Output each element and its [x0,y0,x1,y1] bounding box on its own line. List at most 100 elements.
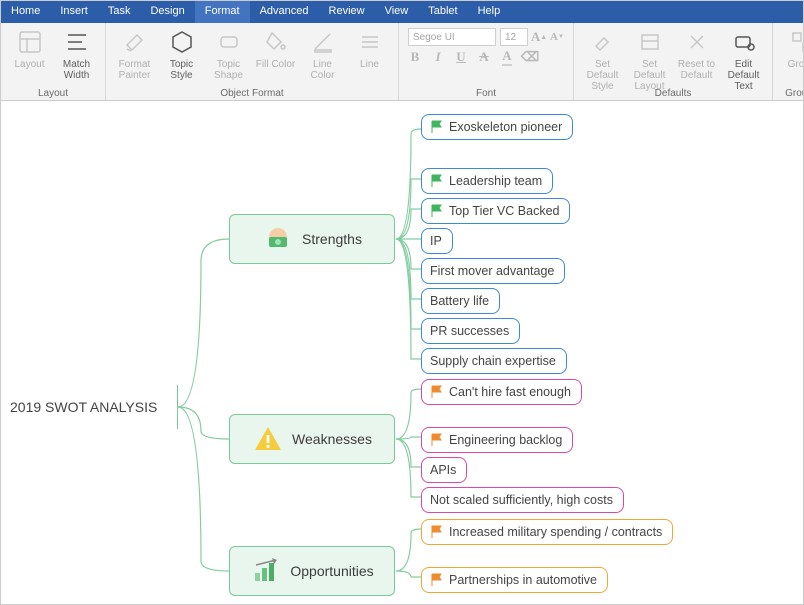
category-label: Strengths [302,231,362,247]
line-color-label: Line Color [300,59,345,81]
ribbon-group-label: Groups [773,88,804,99]
warning-icon [252,423,284,455]
clear-format-icon[interactable]: ⌫ [523,50,537,64]
font-size-combo[interactable]: 12 [500,28,528,46]
close-x-icon [684,29,710,55]
line-label: Line [360,59,379,70]
topic-label: Not scaled sufficiently, high costs [430,493,613,507]
tab-home[interactable]: Home [1,1,50,23]
ribbon-group-layout: Layout Match Width Layout [1,23,106,100]
topic-item[interactable]: First mover advantage [421,258,565,284]
font-name-combo[interactable]: Segoe UI [408,28,496,46]
edit-default-text-button[interactable]: Edit Default Text [721,26,766,86]
topic-label: Partnerships in automotive [449,573,597,587]
set-default-layout-icon [637,29,663,55]
flag-icon [430,433,444,447]
layout-button-label: Layout [14,59,44,70]
ribbon-group-font: Segoe UI 12 A▲ A▼ B I U A A ⌫ Font [399,23,574,100]
topic-item[interactable]: PR successes [421,318,520,344]
ribbon-group-label: Object Format [106,88,398,99]
topic-item[interactable]: Increased military spending / contracts [421,519,673,545]
flag-icon [430,385,444,399]
topic-style-icon [169,29,195,55]
bold-icon[interactable]: B [408,50,422,64]
tab-advanced[interactable]: Advanced [250,1,319,23]
connector-lines [1,101,804,605]
flag-icon [430,204,444,218]
topic-shape-label: Topic Shape [206,59,251,81]
tab-design[interactable]: Design [140,1,194,23]
topic-label: Supply chain expertise [430,354,556,368]
topic-label: First mover advantage [430,264,554,278]
decrease-font-icon[interactable]: A▼ [550,30,564,44]
topic-style-label: Topic Style [159,59,204,81]
line-button[interactable]: Line [347,26,392,86]
layout-button[interactable]: Layout [7,26,52,86]
topic-item[interactable]: APIs [421,457,467,483]
topic-item[interactable]: Supply chain expertise [421,348,567,374]
root-topic[interactable]: 2019 SWOT ANALYSIS [1,385,178,429]
match-width-icon [64,29,90,55]
group-icon [789,29,804,55]
topic-label: APIs [430,463,456,477]
tab-task[interactable]: Task [98,1,141,23]
ribbon-group-label: Layout [1,88,105,99]
tab-view[interactable]: View [375,1,419,23]
topic-item[interactable]: Leadership team [421,168,553,194]
category-weaknesses[interactable]: Weaknesses [229,414,395,464]
italic-icon[interactable]: I [431,50,445,64]
set-default-style-icon [590,29,616,55]
match-width-button-label: Match Width [54,59,99,81]
topic-label: Engineering backlog [449,433,562,447]
format-painter-button[interactable]: Format Painter [112,26,157,86]
category-label: Weaknesses [292,431,372,447]
ribbon-group-object-format: Format Painter Topic Style Topic Shape F… [106,23,399,100]
increase-font-icon[interactable]: A▲ [532,30,546,44]
mindmap-canvas[interactable]: 2019 SWOT ANALYSIS Strengths Exoskeleton… [1,101,803,604]
topic-item[interactable]: IP [421,228,453,254]
line-color-icon [310,29,336,55]
topic-item[interactable]: Top Tier VC Backed [421,198,570,224]
topic-style-button[interactable]: Topic Style [159,26,204,86]
topic-label: PR successes [430,324,509,338]
topic-item[interactable]: Not scaled sufficiently, high costs [421,487,624,513]
topic-label: Battery life [430,294,489,308]
flag-icon [430,174,444,188]
topic-label: Leadership team [449,174,542,188]
format-painter-label: Format Painter [112,59,157,81]
topic-item[interactable]: Partnerships in automotive [421,567,608,593]
tab-help[interactable]: Help [468,1,511,23]
edit-default-text-icon [731,29,757,55]
flag-icon [430,120,444,134]
topic-item[interactable]: Can't hire fast enough [421,379,582,405]
bar-chart-up-icon [250,555,282,587]
topic-label: Increased military spending / contracts [449,525,662,539]
topic-label: Top Tier VC Backed [449,204,559,218]
reset-to-default-button[interactable]: Reset to Default [674,26,719,86]
topic-item[interactable]: Battery life [421,288,500,314]
tab-format[interactable]: Format [195,1,250,23]
fill-color-button[interactable]: Fill Color [253,26,298,86]
ribbon-group-groups: Group Groups [773,23,804,100]
underline-icon[interactable]: U [454,50,468,64]
set-default-layout-button[interactable]: Set Default Layout [627,26,672,86]
tab-insert[interactable]: Insert [50,1,98,23]
category-strengths[interactable]: Strengths [229,214,395,264]
ribbon-group-defaults: Set Default Style Set Default Layout Res… [574,23,773,100]
set-default-style-button[interactable]: Set Default Style [580,26,625,86]
group-button[interactable]: Group [779,26,804,86]
tab-review[interactable]: Review [319,1,375,23]
match-width-button[interactable]: Match Width [54,26,99,86]
category-opportunities[interactable]: Opportunities [229,546,395,596]
flag-icon [430,525,444,539]
line-icon [357,29,383,55]
font-color-icon[interactable]: A [500,50,514,64]
line-color-button[interactable]: Line Color [300,26,345,86]
reset-to-default-label: Reset to Default [674,59,719,81]
tab-tablet[interactable]: Tablet [418,1,467,23]
strike-icon[interactable]: A [477,50,491,64]
topic-item[interactable]: Exoskeleton pioneer [421,114,573,140]
topic-item[interactable]: Engineering backlog [421,427,573,453]
topic-shape-button[interactable]: Topic Shape [206,26,251,86]
paintbrush-icon [122,29,148,55]
